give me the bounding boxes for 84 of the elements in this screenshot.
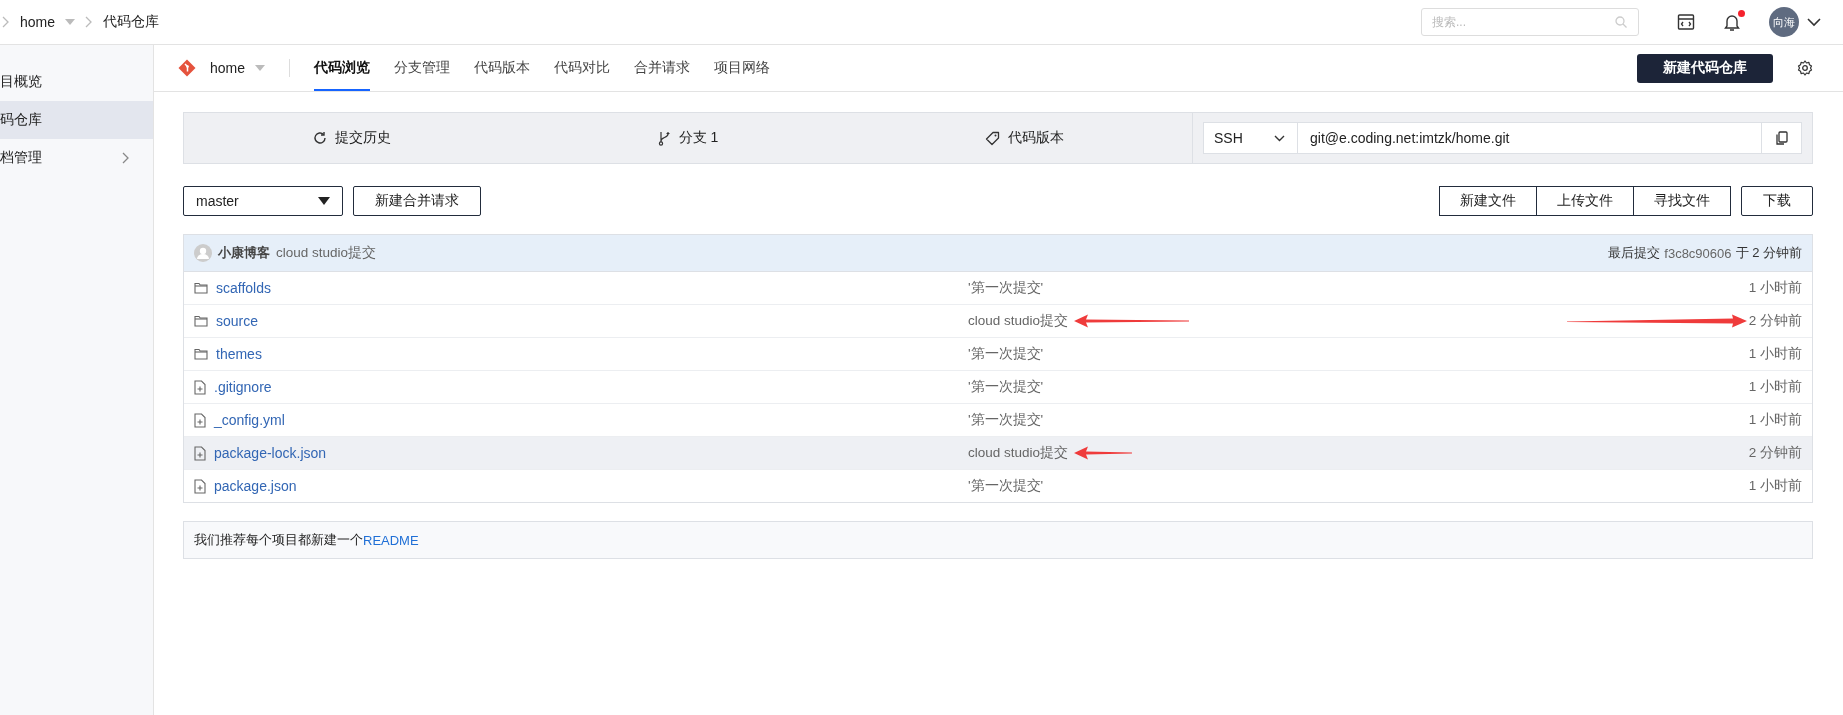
file-commit-message: cloud studio提交 (968, 444, 1069, 462)
stat-link[interactable]: 提交历史 (184, 129, 520, 147)
new-merge-request-button[interactable]: 新建合并请求 (353, 186, 481, 216)
file-row[interactable]: themes '第一次提交' 1 小时前 (184, 337, 1812, 370)
commit-message: cloud studio提交 (276, 244, 377, 262)
tab[interactable]: 代码版本 (474, 45, 531, 91)
file-commit-message: '第一次提交' (968, 378, 1044, 396)
window-icon[interactable] (1677, 13, 1695, 31)
file-name-link[interactable]: package.json (214, 478, 297, 494)
file-icon (194, 478, 206, 494)
sidebar-item[interactable]: 码仓库 (0, 101, 153, 139)
commit-author[interactable]: 小康博客 (218, 244, 270, 262)
file-row[interactable]: source cloud studio提交 2 分钟前 (184, 304, 1812, 337)
branch-select[interactable]: master (183, 186, 343, 216)
commit-time: 于 2 分钟前 (1735, 244, 1802, 262)
file-commit-time: 1 小时前 (1748, 477, 1802, 495)
file-name-link[interactable]: _config.yml (214, 412, 285, 428)
chevron-right-icon (85, 16, 94, 28)
repo-name[interactable]: home (210, 60, 246, 76)
file-icon (194, 445, 206, 461)
folder-icon (194, 315, 208, 327)
copy-button[interactable] (1762, 122, 1802, 154)
file-commit-time: 1 小时前 (1748, 411, 1802, 429)
user-avatar-icon (194, 244, 212, 262)
last-commit-label: 最后提交 (1608, 244, 1661, 262)
file-commit-message: cloud studio提交 (968, 312, 1069, 330)
chevron-right-icon (122, 152, 129, 164)
file-name-link[interactable]: .gitignore (214, 379, 272, 395)
readme-notice-text: 我们推荐每个项目都新建一个 (194, 531, 363, 549)
download-button[interactable]: 下载 (1741, 186, 1813, 216)
stat-link[interactable]: 分支 1 (520, 129, 856, 147)
file-row[interactable]: .gitignore '第一次提交' 1 小时前 (184, 370, 1812, 403)
copy-icon (1775, 131, 1788, 145)
chevron-down-icon (1274, 134, 1285, 142)
file-commit-message: '第一次提交' (968, 279, 1044, 297)
stat-link[interactable]: 代码版本 (856, 129, 1192, 147)
file-icon (194, 379, 206, 395)
refresh-icon (313, 131, 327, 145)
chevron-right-icon (2, 16, 10, 28)
file-row[interactable]: package.json '第一次提交' 1 小时前 (184, 469, 1812, 502)
file-commit-message: '第一次提交' (968, 345, 1044, 363)
search-field[interactable]: 搜索... (1421, 8, 1639, 36)
file-commit-time: 1 小时前 (1748, 378, 1802, 396)
settings-icon[interactable] (1797, 60, 1813, 76)
commit-hash-link[interactable]: f3c8c90606 (1664, 245, 1732, 261)
branch-icon (657, 130, 671, 146)
folder-icon (194, 348, 208, 360)
file-row[interactable]: package-lock.json cloud studio提交 2 分钟前 (184, 436, 1812, 469)
file-row[interactable]: scaffolds '第一次提交' 1 小时前 (184, 272, 1812, 304)
folder-icon (194, 282, 208, 294)
bell-icon[interactable] (1723, 12, 1741, 32)
clone-url-field[interactable]: git@e.coding.net:imtzk/home.git (1298, 122, 1762, 154)
file-name-link[interactable]: themes (216, 346, 262, 362)
chevron-down-icon[interactable] (1807, 17, 1821, 27)
tab[interactable]: 合并请求 (634, 45, 691, 91)
file-commit-time: 2 分钟前 (1748, 312, 1802, 330)
sidebar-item[interactable]: 档管理 (0, 139, 153, 177)
breadcrumb-link[interactable]: 代码仓库 (103, 13, 160, 31)
sidebar-item[interactable]: 目概览 (0, 63, 153, 101)
user-avatar[interactable]: 向海 (1769, 7, 1799, 37)
tab[interactable]: 代码对比 (554, 45, 611, 91)
caret-down-icon (318, 197, 330, 205)
file-commit-time: 1 小时前 (1748, 279, 1802, 297)
file-name-link[interactable]: source (216, 313, 259, 329)
file-action-button[interactable]: 新建文件 (1439, 186, 1537, 216)
file-name-link[interactable]: package-lock.json (214, 445, 327, 461)
file-action-button[interactable]: 寻找文件 (1633, 186, 1731, 216)
file-name-link[interactable]: scaffolds (216, 280, 271, 296)
file-action-button[interactable]: 上传文件 (1536, 186, 1634, 216)
file-icon (194, 412, 206, 428)
file-commit-message: '第一次提交' (968, 477, 1044, 495)
file-commit-time: 1 小时前 (1748, 345, 1802, 363)
tab[interactable]: 代码浏览 (314, 45, 371, 91)
file-commit-message: '第一次提交' (968, 411, 1044, 429)
file-commit-time: 2 分钟前 (1748, 444, 1802, 462)
search-icon (1615, 16, 1627, 28)
protocol-select[interactable]: SSH (1203, 122, 1298, 154)
git-logo-icon (178, 59, 196, 77)
tab[interactable]: 项目网络 (714, 45, 771, 91)
breadcrumb-link[interactable]: home (20, 14, 76, 30)
tab[interactable]: 分支管理 (394, 45, 451, 91)
readme-link[interactable]: README (363, 532, 419, 548)
new-repository-button[interactable]: 新建代码仓库 (1637, 53, 1773, 83)
tag-icon (984, 130, 1000, 146)
